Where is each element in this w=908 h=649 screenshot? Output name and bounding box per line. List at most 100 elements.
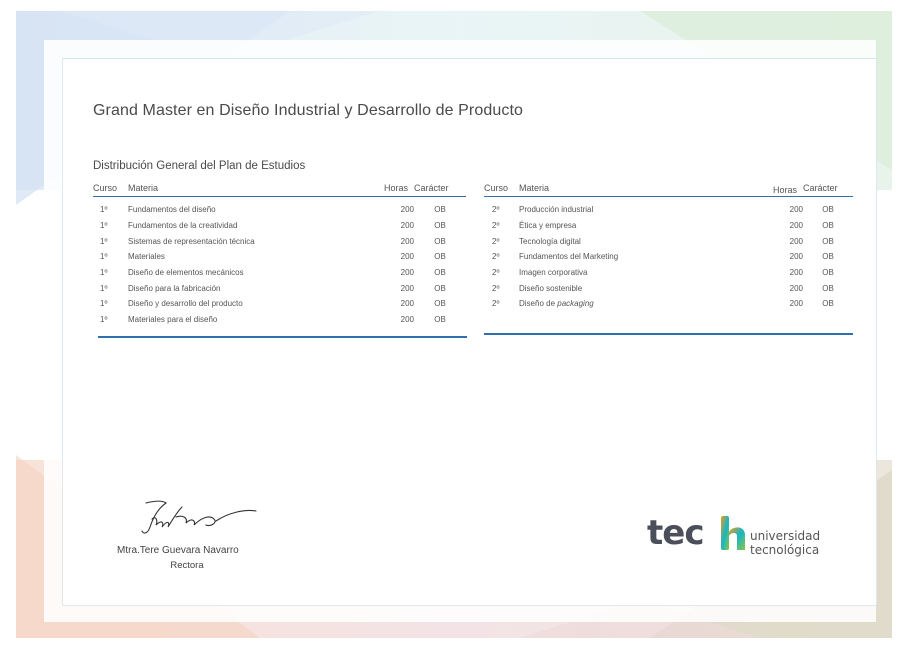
row-caracter: OB (434, 315, 446, 325)
row-caracter: OB (434, 252, 446, 262)
row-horas: 200 (789, 283, 803, 293)
row-horas: 200 (789, 252, 803, 262)
row-curso: 1º (100, 268, 108, 278)
table-row: 1º Diseño de elementos mecánicos 200 OB (93, 265, 466, 281)
header-horas: Horas (773, 183, 803, 197)
study-plan-table-first-year: Curso Materia Horas Carácter 1º Fundamen… (93, 183, 466, 328)
table-row: 1º Materiales 200 OB (93, 249, 466, 265)
tech-logo-h-icon (721, 516, 745, 550)
header-horas: Horas (384, 183, 414, 197)
study-plan-subtitle: Distribución General del Plan de Estudio… (93, 160, 306, 172)
table-row: 2º Diseño de packaging 200 OB (484, 296, 853, 312)
table-row: 2º Ética y empresa 200 OB (484, 218, 853, 234)
table-row: 1º Materiales para el diseño 200 OB (93, 312, 466, 328)
row-curso: 1º (100, 236, 108, 246)
row-caracter: OB (434, 236, 446, 246)
row-materia: Fundamentos del diseño (128, 205, 216, 215)
row-curso: 1º (100, 299, 108, 309)
row-horas: 200 (400, 236, 414, 246)
row-caracter: OB (434, 268, 446, 278)
row-curso: 2º (492, 221, 500, 231)
row-curso: 1º (100, 315, 108, 325)
signer-role: Rectora (170, 560, 204, 571)
table-row: 1º Fundamentos de la creatividad 200 OB (93, 218, 466, 234)
header-materia: Materia (519, 183, 773, 197)
row-horas: 200 (400, 299, 414, 309)
row-curso: 1º (100, 283, 108, 293)
row-materia: Ética y empresa (519, 221, 577, 231)
row-curso: 2º (492, 299, 500, 309)
table-row: 1º Sistemas de representación técnica 20… (93, 233, 466, 249)
table-row: 1º Diseño para la fabricación 200 OB (93, 280, 466, 296)
study-plan-table-second-year: Curso Materia Horas Carácter 2º Producci… (484, 183, 853, 312)
table-row: 2º Fundamentos del Marketing 200 OB (484, 249, 853, 265)
row-caracter: OB (434, 299, 446, 309)
row-horas: 200 (400, 252, 414, 262)
table-bottom-rule-right (484, 333, 853, 335)
row-curso: 1º (100, 221, 108, 231)
row-materia: Diseño de packaging (519, 296, 773, 312)
header-materia: Materia (128, 183, 384, 197)
tech-logo-wordmark: tec (647, 513, 704, 553)
row-materia: Diseño de elementos mecánicos (128, 268, 244, 278)
row-materia: Producción industrial (519, 205, 594, 215)
header-caracter: Carácter (414, 183, 466, 197)
signer-name: Mtra.Tere Guevara Navarro (117, 545, 239, 556)
row-horas: 200 (400, 268, 414, 278)
header-caracter: Carácter (803, 183, 853, 197)
header-curso: Curso (93, 183, 128, 197)
row-horas: 200 (400, 315, 414, 325)
row-materia-italic: packaging (557, 299, 594, 309)
row-caracter: OB (434, 221, 446, 231)
row-caracter: OB (822, 299, 834, 309)
row-materia: Materiales (128, 252, 165, 262)
row-materia: Diseño para la fabricación (128, 283, 221, 293)
row-caracter: OB (822, 268, 834, 278)
row-caracter: OB (822, 205, 834, 215)
row-horas: 200 (400, 221, 414, 231)
row-horas: 200 (789, 236, 803, 246)
table-row: 1º Fundamentos del diseño 200 OB (93, 197, 466, 218)
row-curso: 2º (492, 236, 500, 246)
row-horas: 200 (789, 221, 803, 231)
table-row: 2º Tecnología digital 200 OB (484, 233, 853, 249)
row-curso: 2º (492, 205, 500, 215)
row-materia: Fundamentos de la creatividad (128, 221, 238, 231)
logo-line-universidad: universidad (750, 529, 821, 543)
row-caracter: OB (434, 205, 446, 215)
row-horas: 200 (400, 283, 414, 293)
document-title: Grand Master en Diseño Industrial y Desa… (93, 102, 524, 119)
row-horas: 200 (789, 205, 803, 215)
row-curso: 2º (492, 252, 500, 262)
table-bottom-rule-left (98, 336, 467, 338)
row-curso: 2º (492, 283, 500, 293)
table-row: 1º Diseño y desarrollo del producto 200 … (93, 296, 466, 312)
row-materia: Diseño sostenible (519, 283, 583, 293)
row-caracter: OB (822, 252, 834, 262)
row-caracter: OB (822, 236, 834, 246)
row-materia: Imagen corporativa (519, 268, 588, 278)
row-caracter: OB (434, 283, 446, 293)
row-caracter: OB (822, 283, 834, 293)
header-curso: Curso (484, 183, 519, 197)
row-horas: 200 (789, 299, 803, 309)
handwritten-signature (141, 500, 257, 534)
row-caracter: OB (822, 221, 834, 231)
row-horas: 200 (789, 268, 803, 278)
row-materia: Tecnología digital (519, 236, 581, 246)
row-curso: 1º (100, 205, 108, 215)
row-curso: 2º (492, 268, 500, 278)
table-row: 2º Diseño sostenible 200 OB (484, 280, 853, 296)
row-curso: 1º (100, 252, 108, 262)
table-header-row: Curso Materia Horas Carácter (484, 183, 853, 197)
row-materia: Materiales para el diseño (128, 315, 218, 325)
row-materia: Fundamentos del Marketing (519, 252, 619, 262)
row-materia: Sistemas de representación técnica (128, 236, 255, 246)
row-horas: 200 (400, 205, 414, 215)
row-materia: Diseño y desarrollo del producto (128, 299, 243, 309)
table-header-row: Curso Materia Horas Carácter (93, 183, 466, 197)
logo-line-tecnologica: tecnológica (750, 543, 820, 557)
table-row: 2º Imagen corporativa 200 OB (484, 265, 853, 281)
row-materia-prefix: Diseño de (519, 299, 558, 309)
table-row: 2º Producción industrial 200 OB (484, 197, 853, 218)
